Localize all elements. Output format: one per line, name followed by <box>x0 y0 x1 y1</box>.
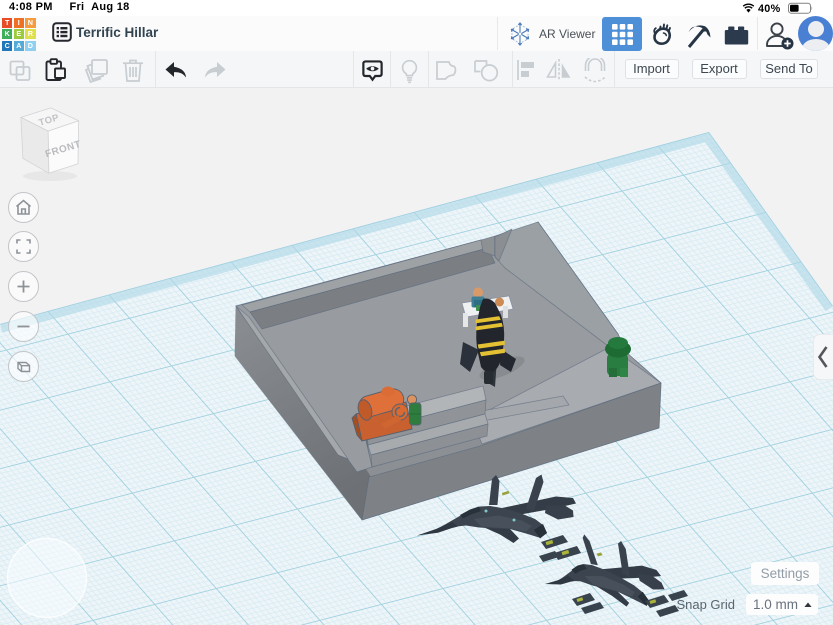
svg-text:40%: 40% <box>758 3 781 15</box>
